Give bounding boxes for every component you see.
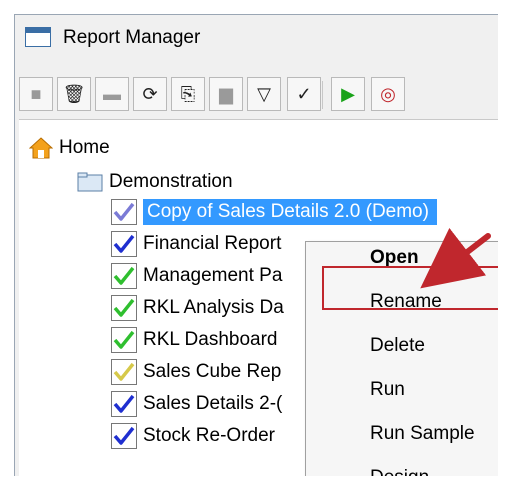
torn-edge-bottom [0,476,520,500]
annotation-arrow [420,227,491,289]
torn-edge-right [498,0,520,500]
